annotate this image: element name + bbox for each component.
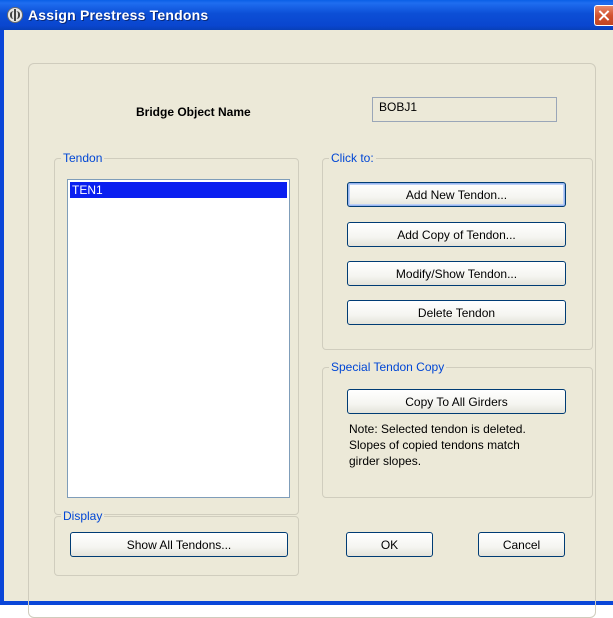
close-icon[interactable] bbox=[594, 5, 613, 26]
bridge-object-name-field: BOBJ1 bbox=[372, 97, 557, 122]
dialog-client-area: Bridge Object Name BOBJ1 Tendon TEN1 Cli… bbox=[4, 30, 613, 618]
window-title: Assign Prestress Tendons bbox=[28, 7, 209, 23]
tendon-group-label: Tendon bbox=[61, 151, 105, 165]
special-tendon-copy-label: Special Tendon Copy bbox=[329, 360, 447, 374]
bridge-object-name-label: Bridge Object Name bbox=[136, 105, 251, 119]
ok-button[interactable]: OK bbox=[346, 532, 433, 557]
title-bar[interactable]: Assign Prestress Tendons bbox=[0, 0, 613, 30]
list-item[interactable]: TEN1 bbox=[70, 182, 287, 198]
add-new-tendon-button[interactable]: Add New Tendon... bbox=[347, 182, 566, 207]
click-to-group-label: Click to: bbox=[329, 151, 376, 165]
app-icon bbox=[7, 7, 23, 23]
tendon-listbox[interactable]: TEN1 bbox=[67, 179, 290, 498]
copy-to-all-girders-button[interactable]: Copy To All Girders bbox=[347, 389, 566, 414]
note-text-line1: Note: Selected tendon is deleted. bbox=[349, 422, 526, 436]
note-text-line2: Slopes of copied tendons match bbox=[349, 438, 520, 452]
delete-tendon-button[interactable]: Delete Tendon bbox=[347, 300, 566, 325]
display-group-label: Display bbox=[61, 509, 105, 523]
show-all-tendons-button[interactable]: Show All Tendons... bbox=[70, 532, 288, 557]
modify-show-tendon-button[interactable]: Modify/Show Tendon... bbox=[347, 261, 566, 286]
add-copy-of-tendon-button[interactable]: Add Copy of Tendon... bbox=[347, 222, 566, 247]
dialog-window: Assign Prestress Tendons Bridge Object N… bbox=[0, 0, 613, 618]
cancel-button[interactable]: Cancel bbox=[478, 532, 565, 557]
note-text-line3: girder slopes. bbox=[349, 454, 422, 468]
